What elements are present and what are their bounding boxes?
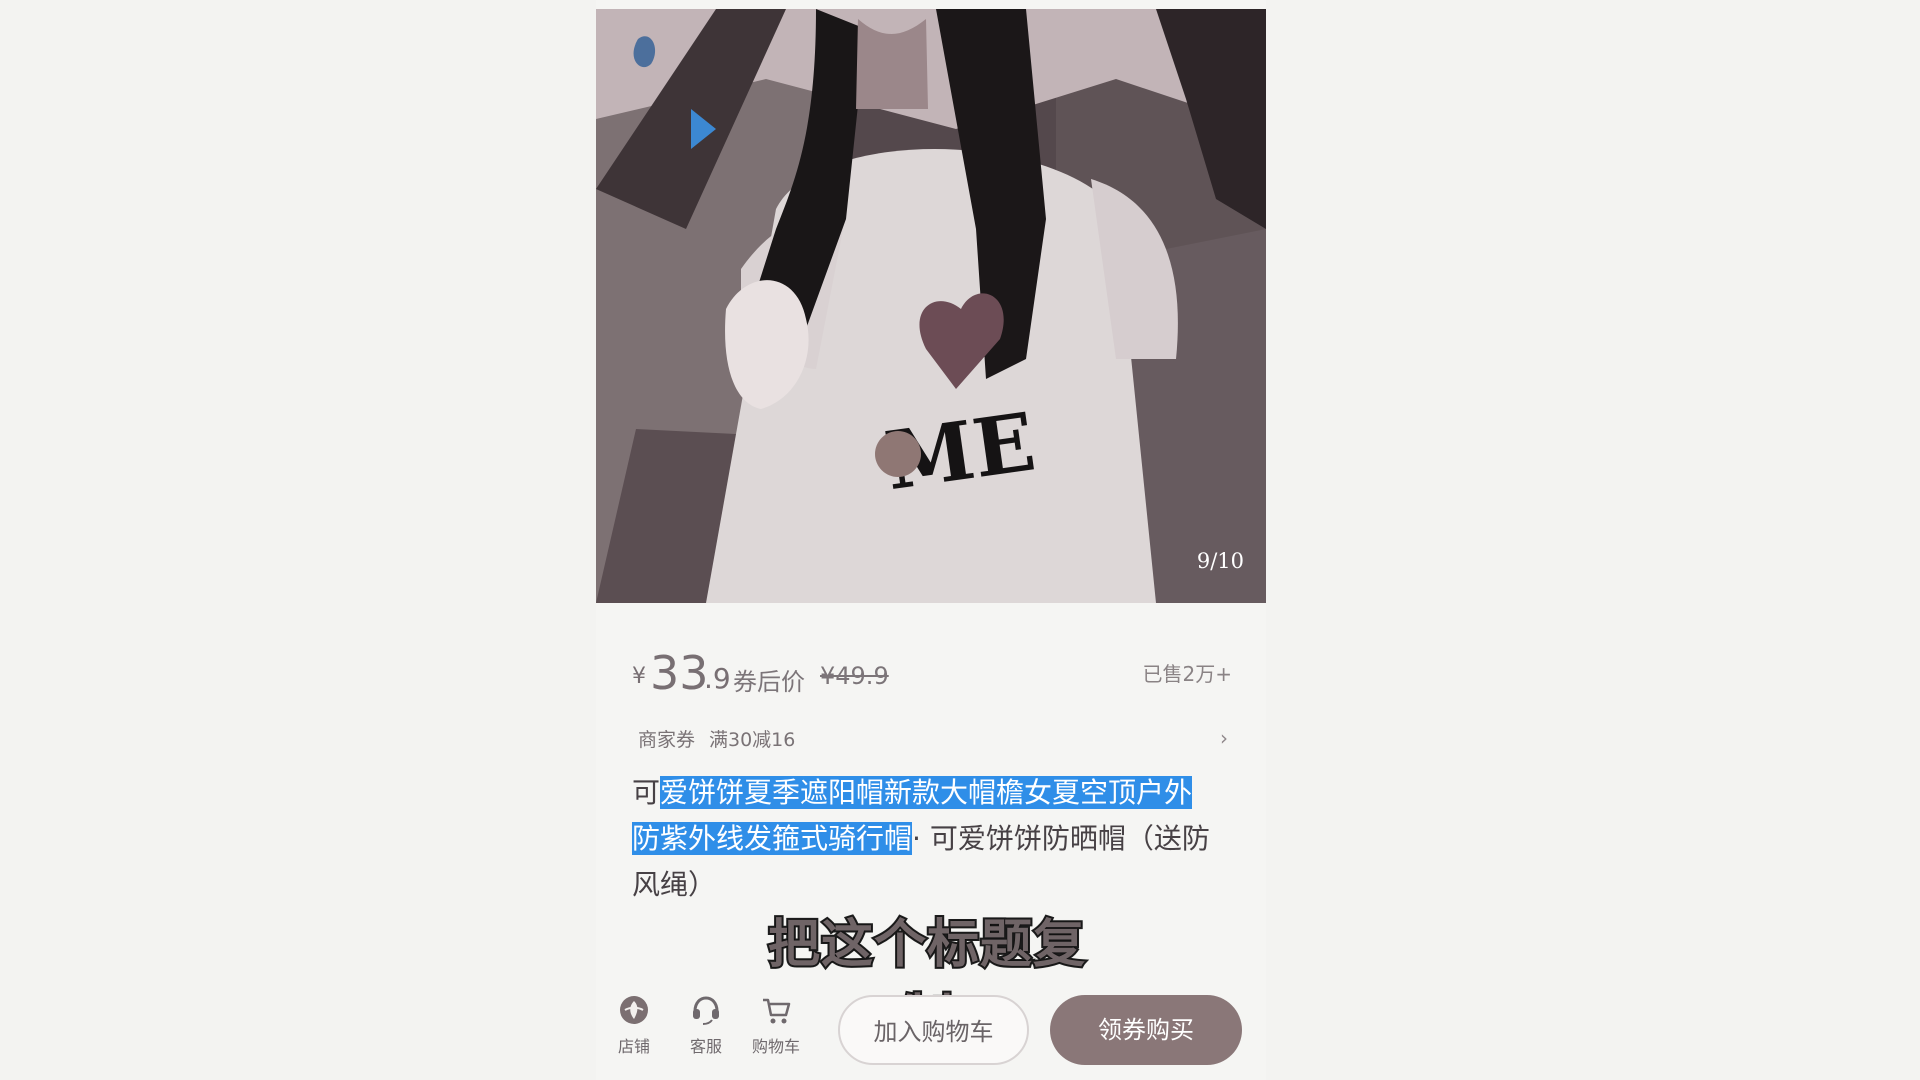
service-label: 客服 [689,1037,722,1056]
store-icon [620,996,648,1024]
sold-count: 已售2万+ [1142,662,1232,686]
product-photo: ME [596,9,1266,603]
service-button[interactable]: 客服 [674,993,738,1063]
price-decimal: .9 [704,662,731,695]
store-button[interactable]: 店铺 [602,993,666,1063]
cart-icon [763,998,791,1024]
coupon-row[interactable]: 商家券 满30减16 › [638,722,1228,756]
cart-button[interactable]: 购物车 [744,993,808,1063]
coupon-value: 满30减16 [709,729,796,751]
add-to-cart-button[interactable]: 加入购物车 [838,995,1029,1065]
currency-symbol: ¥ [632,664,646,689]
price-caption: 券后价 [733,668,805,696]
title-line-2-rest: · 可爱饼饼防晒帽（送防 [912,822,1210,855]
product-image-gallery[interactable]: ME 9/10 [596,9,1266,603]
price-row: ¥ 33 .9 券后价 ¥49.9 已售2万+ [632,646,1232,700]
title-line-1: 可爱饼饼夏季遮阳帽新款大帽檐女夏空顶户外 [632,770,1232,816]
title-plain-text: 可 [632,776,661,809]
image-page-indicator: 9/10 [1196,549,1244,573]
headset-icon [693,996,719,1025]
claim-coupon-buy-button[interactable]: 领券购买 [1050,995,1242,1065]
cart-label: 购物车 [751,1037,800,1056]
store-label: 店铺 [617,1037,650,1056]
title-line-2: 防紫外线发箍式骑行帽· 可爱饼饼防晒帽（送防 [632,816,1232,862]
product-page: ME 9/10 ¥ 33 .9 券后价 ¥49.9 已售2万+ 商家券 满30减… [596,0,1266,1080]
price-integer: 33 [650,646,709,700]
chevron-right-icon: › [1220,726,1228,750]
screen: ME 9/10 ¥ 33 .9 券后价 ¥49.9 已售2万+ 商家券 满30减… [0,0,1920,1080]
selected-title-text: 爱饼饼夏季遮阳帽新款大帽檐女夏空顶户外 [660,776,1193,809]
selected-title-text-continued: 防紫外线发箍式骑行帽 [632,822,913,855]
bottom-action-bar: 店铺 客服 购物车 加入购物车 领券购买 [596,985,1266,1080]
coupon-label: 商家券 [638,729,696,751]
product-title[interactable]: 可爱饼饼夏季遮阳帽新款大帽檐女夏空顶户外 防紫外线发箍式骑行帽· 可爱饼饼防晒帽… [632,770,1232,908]
original-price: ¥49.9 [820,662,889,690]
